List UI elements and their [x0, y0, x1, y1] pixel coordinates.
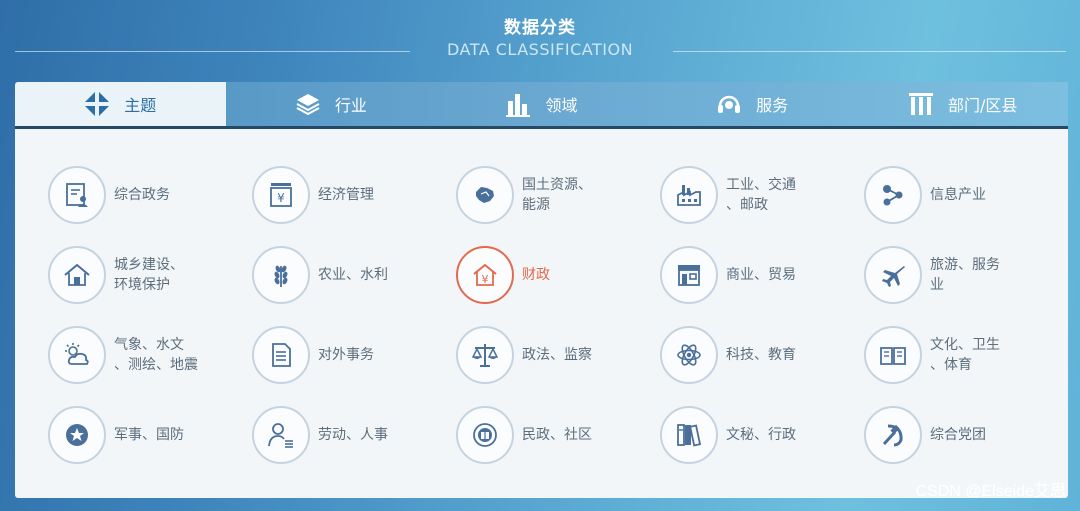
category-grid: 综合政务 ¥ 经济管理 国土资源、 能源 工业、交通 、邮政 信息产业 城乡建设…	[15, 129, 1068, 498]
category-meteorology-hydrology[interactable]: 气象、水文 、测绘、地震	[48, 324, 252, 386]
category-label: 财政	[522, 267, 550, 283]
category-label: 民政、社区	[522, 427, 592, 443]
tab-label: 服务	[756, 96, 789, 115]
document-person-icon	[48, 166, 106, 224]
tab-label: 领域	[545, 96, 578, 115]
category-agriculture-water[interactable]: 农业、水利	[252, 244, 456, 306]
category-label: 经济管理	[318, 187, 374, 203]
category-label: 商业、贸易	[726, 267, 796, 283]
category-label: 科技、教育	[726, 347, 796, 363]
category-industry-transport-post[interactable]: 工业、交通 、邮政	[660, 164, 864, 226]
binders-icon	[660, 406, 718, 464]
category-urban-rural-environment[interactable]: 城乡建设、 环境保护	[48, 244, 252, 306]
page-subtitle: DATA CLASSIFICATION	[446, 40, 634, 59]
category-finance[interactable]: ¥ 财政	[456, 244, 660, 306]
storefront-icon	[660, 246, 718, 304]
tab-label: 部门/区县	[947, 96, 1018, 115]
army-emblem-icon	[48, 406, 106, 464]
category-label: 国土资源、 能源	[522, 177, 592, 213]
emblem-icon	[456, 406, 514, 464]
category-label: 文秘、行政	[726, 427, 796, 443]
category-label: 信息产业	[930, 187, 986, 203]
weather-sun-cloud-icon	[48, 326, 106, 384]
category-labor-personnel[interactable]: 劳动、人事	[252, 404, 456, 466]
network-nodes-icon	[864, 166, 922, 224]
document-icon	[252, 326, 310, 384]
header: 数据分类 DATA CLASSIFICATION	[0, 0, 1080, 80]
tab-industry[interactable]: 行业	[226, 82, 437, 126]
tab-label: 主题	[124, 96, 157, 115]
factory-icon	[660, 166, 718, 224]
theme-icon	[84, 91, 110, 117]
category-label: 综合党团	[930, 427, 986, 443]
yen-cabinet-icon: ¥	[252, 166, 310, 224]
category-civil-affairs-community[interactable]: 民政、社区	[456, 404, 660, 466]
tab-label: 行业	[334, 96, 367, 115]
atom-icon	[660, 326, 718, 384]
category-foreign-affairs[interactable]: 对外事务	[252, 324, 456, 386]
svg-text:¥: ¥	[277, 191, 285, 205]
category-comprehensive-affairs[interactable]: 综合政务	[48, 164, 252, 226]
category-commerce-trade[interactable]: 商业、贸易	[660, 244, 864, 306]
layers-icon	[295, 91, 321, 117]
category-label: 文化、卫生 、体育	[930, 337, 1000, 373]
category-label: 气象、水文 、测绘、地震	[114, 337, 198, 373]
hammer-sickle-icon	[864, 406, 922, 464]
house-icon	[48, 246, 106, 304]
scales-icon	[456, 326, 514, 384]
category-information-industry[interactable]: 信息产业	[864, 164, 1068, 226]
classification-panel: 主题 行业 领域 服务 部门/区县 综合政务 ¥ 经济管理 国土资源、 能源 工…	[15, 82, 1068, 498]
tab-department[interactable]: 部门/区县	[857, 82, 1068, 126]
wheat-icon	[252, 246, 310, 304]
building-columns-icon	[908, 91, 934, 117]
tab-domain[interactable]: 领域	[436, 82, 647, 126]
tab-bar: 主题 行业 领域 服务 部门/区县	[15, 82, 1068, 129]
category-label: 旅游、服务业	[930, 257, 1000, 293]
category-label: 农业、水利	[318, 267, 388, 283]
watermark: CSDN @Elseide艾思	[915, 483, 1066, 500]
category-culture-health-sports[interactable]: 文化、卫生 、体育	[864, 324, 1068, 386]
divider-right	[673, 51, 1066, 52]
map-china-icon	[456, 166, 514, 224]
category-party-league[interactable]: 综合党团	[864, 404, 1068, 466]
category-tourism-services[interactable]: 旅游、服务业	[864, 244, 1068, 306]
category-label: 军事、国防	[114, 427, 184, 443]
category-label: 政法、监察	[522, 347, 592, 363]
category-economic-management[interactable]: ¥ 经济管理	[252, 164, 456, 226]
category-land-resources-energy[interactable]: 国土资源、 能源	[456, 164, 660, 226]
tab-theme[interactable]: 主题	[15, 82, 226, 126]
page-title: 数据分类	[504, 18, 576, 38]
category-label: 综合政务	[114, 187, 170, 203]
yen-house-icon: ¥	[456, 246, 514, 304]
category-label: 对外事务	[318, 347, 374, 363]
person-list-icon	[252, 406, 310, 464]
category-label: 劳动、人事	[318, 427, 388, 443]
category-label: 城乡建设、 环境保护	[114, 257, 184, 293]
category-science-education[interactable]: 科技、教育	[660, 324, 864, 386]
category-military-defense[interactable]: 军事、国防	[48, 404, 252, 466]
open-book-icon	[864, 326, 922, 384]
tab-service[interactable]: 服务	[647, 82, 858, 126]
bar-chart-icon	[505, 91, 531, 117]
headset-icon	[716, 91, 742, 117]
svg-text:¥: ¥	[482, 273, 489, 286]
category-secretarial-administration[interactable]: 文秘、行政	[660, 404, 864, 466]
category-label: 工业、交通 、邮政	[726, 177, 796, 213]
airplane-icon	[864, 246, 922, 304]
category-law-supervision[interactable]: 政法、监察	[456, 324, 660, 386]
